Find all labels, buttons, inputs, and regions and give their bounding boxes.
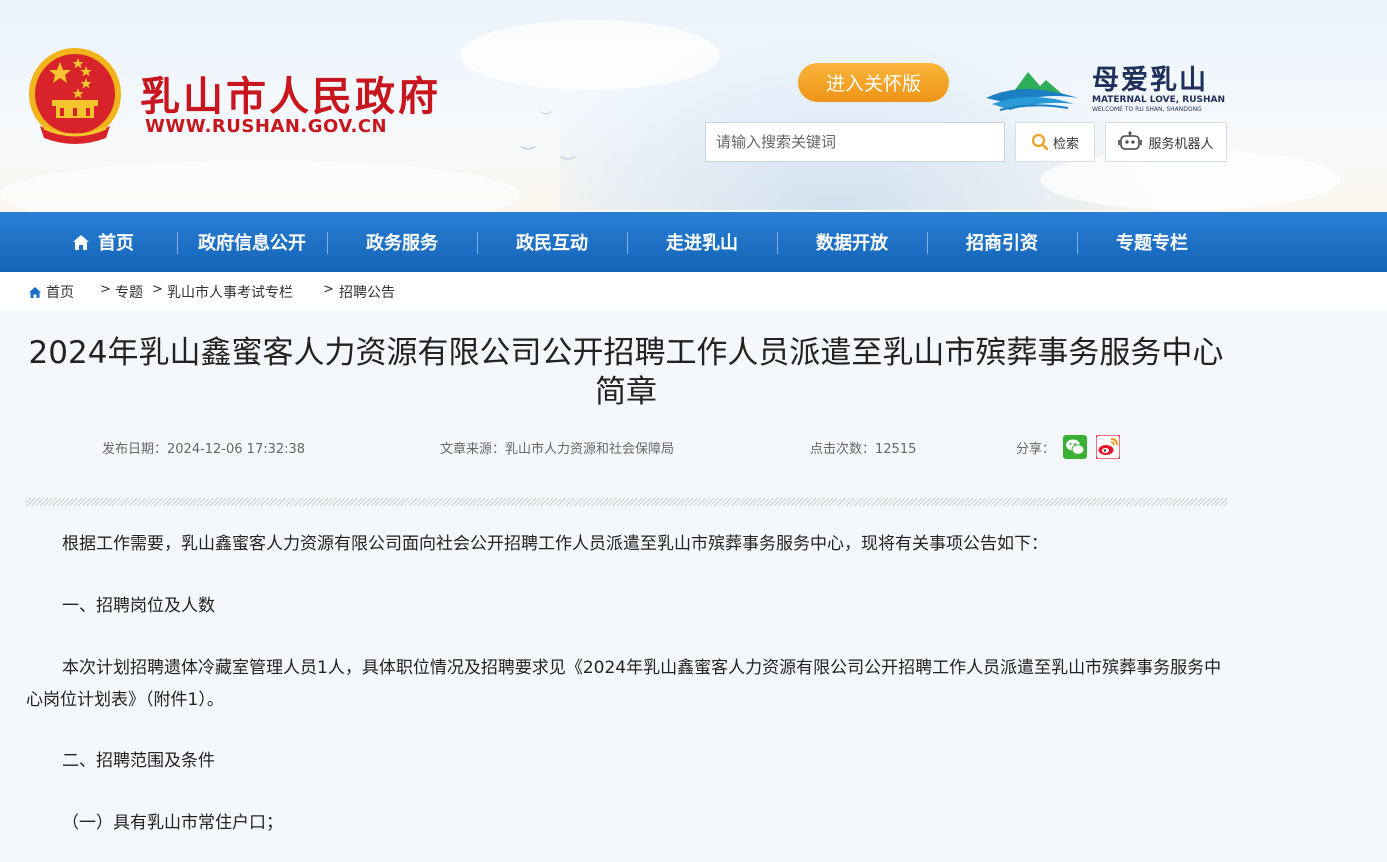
national-emblem-icon: [29, 48, 121, 144]
nav-item-home[interactable]: 首页: [28, 212, 178, 272]
breadcrumb-home[interactable]: 首页: [46, 282, 74, 302]
article-title: 2024年乳山鑫蜜客人力资源有限公司公开招聘工作人员派遣至乳山市殡葬事务服务中心…: [28, 335, 1224, 410]
nav-item-about-rushan[interactable]: 走进乳山: [627, 212, 777, 272]
breadcrumb-separator: >: [323, 282, 334, 297]
service-robot-label: 服务机器人: [1148, 136, 1214, 152]
service-robot-button[interactable]: 服务机器人: [1105, 122, 1227, 162]
breadcrumb-recruitment[interactable]: 招聘公告: [339, 282, 395, 302]
weibo-share-icon[interactable]: [1096, 435, 1120, 459]
article-section-heading: 一、招聘岗位及人数: [62, 596, 215, 616]
nav-item-gov-info[interactable]: 政府信息公开: [177, 212, 327, 272]
nav-item-interaction[interactable]: 政民互动: [477, 212, 627, 272]
brand-logo[interactable]: 母爱乳山 MATERNAL LOVE, RUSHAN WELCOME TO RU…: [982, 58, 1228, 118]
article-source: 文章来源：乳山市人力资源和社会保障局: [440, 442, 675, 457]
title-divider: [26, 498, 1227, 506]
home-icon: [73, 234, 89, 250]
breadcrumb-separator: >: [152, 282, 163, 297]
home-icon: [29, 287, 41, 298]
breadcrumb-separator: >: [100, 282, 111, 297]
brand-english-subtitle: WELCOME TO RU SHAN, SHANDONG: [1092, 106, 1202, 113]
breadcrumb: 首页 > 专题 > 乳山市人事考试专栏 > 招聘公告: [0, 272, 1387, 310]
background-cloud: [0, 160, 520, 212]
main-navigation: 首页 政府信息公开 政务服务 政民互动 走进乳山 数据开放 招商引资 专题专栏: [0, 212, 1387, 272]
publish-date: 发布日期：2024-12-06 17:32:38: [102, 442, 306, 457]
search-button[interactable]: 检索: [1015, 122, 1095, 162]
robot-icon: [1118, 131, 1143, 150]
background-cloud: [460, 20, 720, 90]
article-paragraph: 本次计划招聘遗体冷藏室管理人员1人，具体职位情况及招聘要求见《2024年乳山鑫蜜…: [26, 658, 1222, 710]
site-url[interactable]: WWW.RUSHAN.GOV.CN: [145, 116, 387, 137]
share-label: 分享：: [1016, 442, 1056, 457]
search-input[interactable]: [705, 122, 1005, 162]
nav-item-investment[interactable]: 招商引资: [927, 212, 1077, 272]
view-count: 点击次数：12515: [810, 442, 917, 457]
breadcrumb-exam-column[interactable]: 乳山市人事考试专栏: [167, 282, 293, 302]
article-paragraph: （一）具有乳山市常住户口；: [62, 813, 283, 833]
site-header: ︶ ︶ ︶ 乳山市人民政府 WWW.RUSHAN.GOV.CN 进入关怀版 母爱…: [0, 0, 1387, 212]
care-mode-button[interactable]: 进入关怀版: [798, 63, 949, 102]
nav-item-special-topics[interactable]: 专题专栏: [1077, 212, 1227, 272]
bird-decoration: ︶: [520, 144, 537, 163]
search-button-label: 检索: [1052, 136, 1079, 152]
nav-item-label: 首页: [98, 233, 134, 254]
brand-chinese-name: 母爱乳山: [1092, 65, 1208, 96]
breadcrumb-topics[interactable]: 专题: [115, 282, 143, 302]
article-paragraph: 根据工作需要，乳山鑫蜜客人力资源有限公司面向社会公开招聘工作人员派遣至乳山市殡葬…: [62, 534, 1048, 554]
nav-item-open-data[interactable]: 数据开放: [777, 212, 927, 272]
wechat-share-icon[interactable]: [1063, 435, 1087, 459]
search-icon: [1031, 133, 1049, 151]
brand-english-name: MATERNAL LOVE, RUSHAN: [1092, 95, 1226, 105]
article-section-heading: 二、招聘范围及条件: [62, 751, 215, 771]
bird-decoration: ︶: [540, 110, 553, 124]
bird-decoration: ︶: [560, 154, 577, 173]
site-name[interactable]: 乳山市人民政府: [140, 64, 441, 122]
nav-item-gov-services[interactable]: 政务服务: [327, 212, 477, 272]
mountain-wave-logo-icon: [986, 72, 1078, 111]
